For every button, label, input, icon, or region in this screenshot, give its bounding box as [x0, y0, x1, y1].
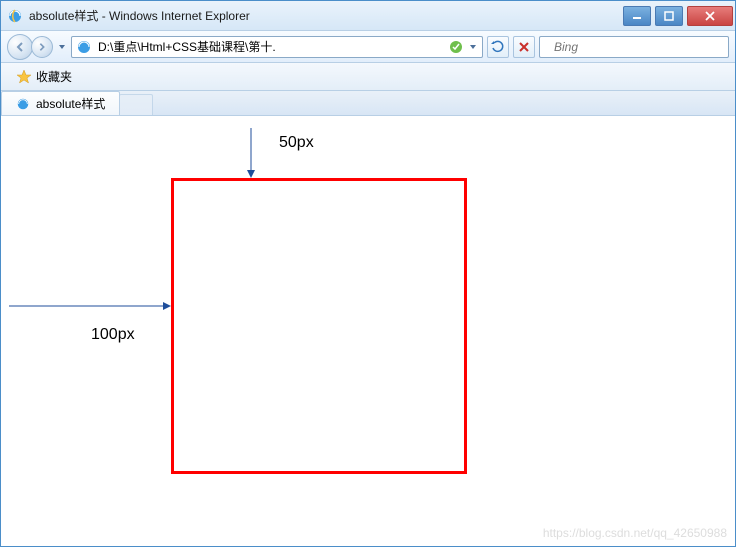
- tab-bar: absolute样式: [1, 91, 735, 116]
- search-bar[interactable]: [539, 36, 729, 58]
- maximize-button[interactable]: [655, 6, 683, 26]
- address-bar[interactable]: [71, 36, 483, 58]
- forward-button[interactable]: [31, 36, 53, 58]
- new-tab-button[interactable]: [119, 94, 152, 115]
- address-input[interactable]: [96, 37, 444, 57]
- tab-active[interactable]: absolute样式: [1, 91, 120, 115]
- compat-icon[interactable]: [448, 39, 464, 55]
- minimize-button[interactable]: [623, 6, 651, 26]
- page-icon: [76, 39, 92, 55]
- star-icon: [16, 69, 32, 85]
- nav-dropdown-icon[interactable]: [57, 42, 67, 52]
- ie-icon: [7, 8, 23, 24]
- titlebar: absolute样式 - Windows Internet Explorer: [1, 1, 735, 31]
- back-button[interactable]: [7, 34, 33, 60]
- top-offset-label: 50px: [279, 134, 314, 152]
- page-content: 50px 100px https://blog.csdn.net/qq_4265…: [1, 116, 735, 546]
- tab-title: absolute样式: [36, 95, 105, 112]
- demo-box: [171, 178, 467, 474]
- navigation-toolbar: [1, 31, 735, 63]
- window-title: absolute样式 - Windows Internet Explorer: [29, 7, 250, 24]
- watermark: https://blog.csdn.net/qq_42650988: [543, 526, 727, 540]
- left-offset-label: 100px: [91, 326, 135, 344]
- favorites-label: 收藏夹: [36, 68, 72, 85]
- tab-ie-icon: [16, 97, 30, 111]
- close-button[interactable]: [687, 6, 733, 26]
- favorites-bar: 收藏夹: [1, 63, 735, 91]
- refresh-button[interactable]: [487, 36, 509, 58]
- stop-button[interactable]: [513, 36, 535, 58]
- address-dropdown-icon[interactable]: [468, 42, 478, 52]
- favorites-button[interactable]: 收藏夹: [7, 65, 81, 88]
- search-input[interactable]: [548, 37, 717, 57]
